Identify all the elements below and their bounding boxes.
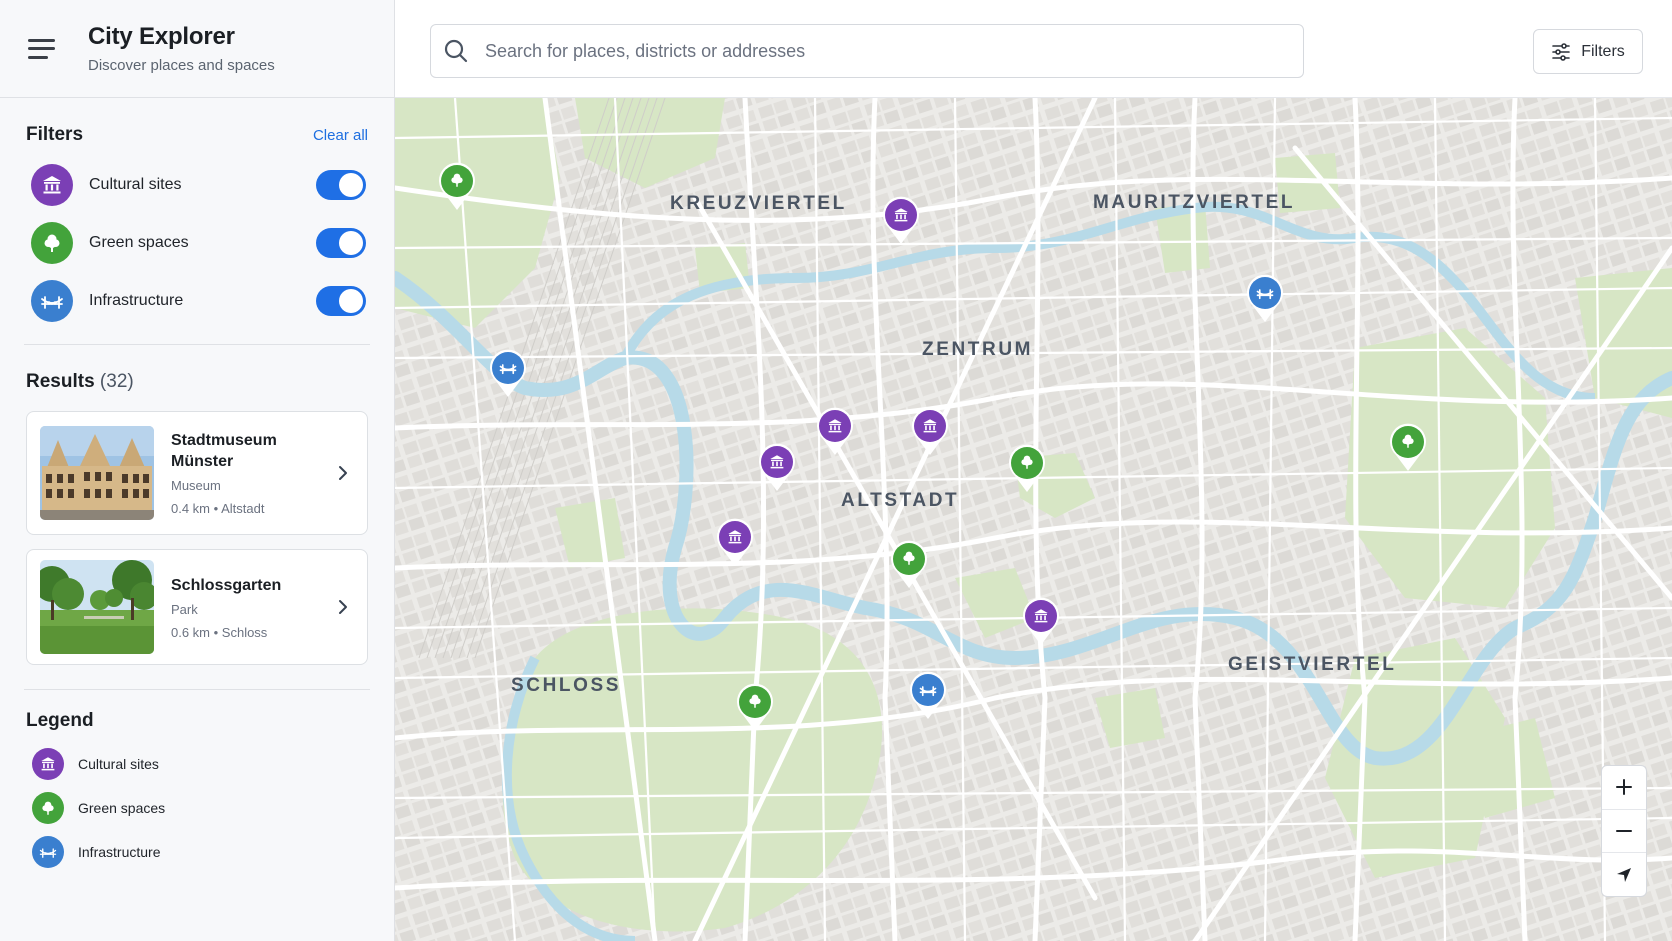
district-label: ZENTRUM — [922, 339, 1034, 360]
map-controls — [1601, 765, 1647, 897]
chevron-right-icon — [339, 600, 347, 614]
infrastructure-pin[interactable] — [488, 348, 528, 398]
cultural-site-pin[interactable] — [715, 517, 755, 567]
cultural-site-pin[interactable] — [910, 406, 950, 456]
district-label: MAURITZVIERTEL — [1093, 192, 1296, 213]
green-space-pin[interactable] — [889, 539, 929, 589]
app-title: City Explorer — [88, 23, 235, 50]
filters-title: Filters — [26, 124, 84, 145]
result-card-body: Stadtmuseum Münster Museum 0.4 km • Alts… — [171, 430, 333, 516]
sidebar: City Explorer Discover places and spaces… — [0, 0, 395, 941]
filters-button-label: Filters — [1581, 42, 1625, 60]
legend-item: Infrastructure — [0, 830, 394, 874]
district-label: SCHLOSS — [511, 675, 622, 696]
park-thumbnail — [40, 560, 154, 654]
filter-cultural-sites[interactable]: Cultural sites — [26, 156, 368, 214]
zoom-out-button[interactable] — [1602, 810, 1646, 854]
museum-icon — [31, 164, 73, 206]
filters-button[interactable]: Filters — [1533, 29, 1643, 74]
locate-button[interactable] — [1602, 853, 1646, 896]
bridge-icon — [32, 836, 64, 868]
green-space-pin[interactable] — [735, 682, 775, 732]
filter-label: Cultural sites — [89, 176, 182, 193]
search-input[interactable] — [485, 40, 1245, 62]
cultural-sites-toggle[interactable] — [316, 170, 366, 200]
locate-icon — [1617, 867, 1631, 882]
legend-item: Cultural sites — [0, 742, 394, 786]
sliders-icon — [1552, 42, 1571, 61]
museum-thumbnail — [40, 426, 154, 520]
zoom-in-icon — [1616, 779, 1632, 796]
green-space-pin[interactable] — [437, 161, 477, 211]
legend-label: Infrastructure — [78, 844, 161, 860]
cultural-site-pin[interactable] — [881, 195, 921, 245]
filter-label: Infrastructure — [89, 292, 184, 309]
green-space-pin[interactable] — [1007, 443, 1047, 493]
infrastructure-pin[interactable] — [908, 670, 948, 720]
legend-title: Legend — [26, 710, 94, 731]
result-meta: 0.6 km • Schloss — [171, 624, 268, 640]
zoom-in-button[interactable] — [1602, 766, 1646, 810]
divider — [24, 689, 370, 690]
green-spaces-toggle[interactable] — [316, 228, 366, 258]
app-subtitle: Discover places and spaces — [88, 57, 275, 74]
filters-section: Filters Clear all Cultural sites Green s… — [0, 124, 394, 330]
district-label: ALTSTADT — [841, 490, 960, 511]
search-bar[interactable] — [430, 24, 1304, 78]
hamburger-menu-icon[interactable] — [28, 36, 56, 62]
legend-label: Green spaces — [78, 800, 166, 816]
results-count: (32) — [99, 371, 134, 392]
result-meta: 0.4 km • Altstadt — [171, 501, 265, 516]
zoom-out-icon — [1616, 830, 1632, 832]
result-card[interactable]: Schlossgarten Park 0.6 km • Schloss — [26, 549, 368, 665]
divider — [24, 344, 370, 345]
result-title: Stadtmuseum Münster — [171, 432, 277, 470]
top-bar: Filters — [395, 0, 1672, 98]
infrastructure-toggle[interactable] — [316, 286, 366, 316]
app-titles: City Explorer Discover places and spaces — [88, 23, 275, 74]
district-label: KREUZVIERTEL — [670, 193, 847, 214]
results-title: Results (32) — [26, 371, 368, 393]
app-header: City Explorer Discover places and spaces — [0, 0, 394, 98]
result-title: Schlossgarten — [171, 576, 282, 594]
tree-icon — [32, 792, 64, 824]
district-label: GEISTVIERTEL — [1228, 654, 1397, 675]
cultural-site-pin[interactable] — [1021, 596, 1061, 646]
cultural-site-pin[interactable] — [757, 442, 797, 492]
infrastructure-pin[interactable] — [1245, 273, 1285, 323]
result-type: Museum — [171, 478, 221, 493]
legend-item: Green spaces — [0, 786, 394, 830]
filter-label: Green spaces — [89, 234, 189, 251]
filter-infrastructure[interactable]: Infrastructure — [26, 272, 368, 330]
map-base — [395, 98, 1672, 941]
legend-label: Cultural sites — [78, 756, 159, 772]
search-icon — [444, 39, 468, 63]
results-label: Results — [26, 371, 95, 392]
result-type: Park — [171, 601, 198, 617]
filter-green-spaces[interactable]: Green spaces — [26, 214, 368, 272]
cultural-site-pin[interactable] — [815, 406, 855, 456]
green-space-pin[interactable] — [1388, 422, 1428, 472]
bridge-icon — [31, 280, 73, 322]
result-card-body: Schlossgarten Park 0.6 km • Schloss — [171, 575, 333, 640]
tree-icon — [31, 222, 73, 264]
map-view[interactable]: KREUZVIERTEL MAURITZVIERTEL ZENTRUM ALTS… — [395, 98, 1672, 941]
chevron-right-icon — [339, 466, 347, 480]
result-card[interactable]: Stadtmuseum Münster Museum 0.4 km • Alts… — [26, 411, 368, 535]
museum-icon — [32, 748, 64, 780]
clear-all-button[interactable]: Clear all — [313, 127, 368, 144]
